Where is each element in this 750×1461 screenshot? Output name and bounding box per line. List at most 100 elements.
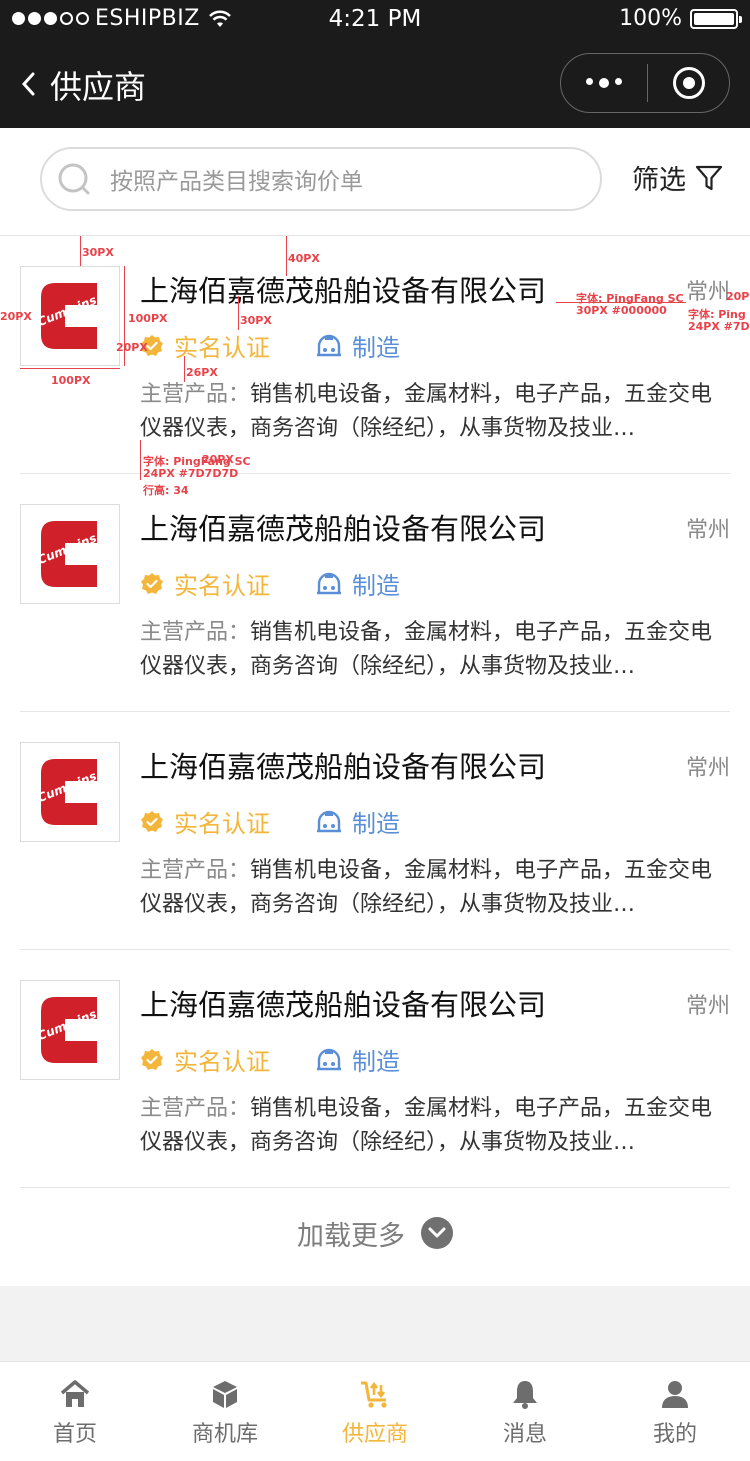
tag-row: 实名认证 制造 [140, 804, 400, 839]
tab-messages[interactable]: 消息 [450, 1362, 600, 1461]
company-name[interactable]: 上海佰嘉德茂船舶设备有限公司 [140, 744, 546, 786]
chevron-down-icon [421, 1217, 453, 1249]
annotation-label: 30PX [240, 314, 272, 327]
more-menu-icon[interactable] [561, 78, 647, 88]
products-prefix: 主营产品： [140, 858, 251, 883]
verified-label: 实名认证 [174, 810, 270, 838]
annotation-label: 20P [726, 290, 750, 303]
main-content: 按照产品类目搜索询价单 筛选 Cummins 上海佰嘉德茂船舶设备有限公司 常州 [0, 128, 750, 1286]
company-name[interactable]: 上海佰嘉德茂船舶设备有限公司 [140, 982, 546, 1024]
verified-badge: 实名认证 [140, 328, 270, 363]
tab-opportunities[interactable]: 商机库 [150, 1362, 300, 1461]
tab-label: 消息 [502, 1422, 547, 1447]
annotation-line [80, 236, 81, 266]
tab-label: 首页 [52, 1422, 97, 1447]
annotation-label: 20PX [116, 341, 148, 354]
user-icon [662, 1381, 688, 1408]
filter-button[interactable]: 筛选 [632, 158, 724, 197]
supplier-list: Cummins 上海佰嘉德茂船舶设备有限公司 常州 实名认证 制造 主营产品：销… [0, 236, 750, 1188]
supplier-card[interactable]: Cummins 上海佰嘉德茂船舶设备有限公司 常州 实名认证 制造 主营产品：销… [20, 236, 730, 474]
annotation-label: 行高: 34 [143, 484, 189, 497]
annotation-line [20, 368, 120, 369]
home-icon [60, 1380, 90, 1407]
cummins-logo: Cummins [36, 521, 98, 587]
annotation-label: 30PX #000000 [576, 304, 667, 317]
tag-row: 实名认证 制造 [140, 328, 400, 363]
supplier-card[interactable]: Cummins 上海佰嘉德茂船舶设备有限公司 常州 实名认证 制造 主营产品：销… [20, 474, 730, 712]
type-label: 制造 [352, 810, 400, 838]
type-badge: 制造 [316, 566, 400, 601]
page-title: 供应商 [50, 68, 147, 106]
bottom-tab-bar: 首页 商机库 供应商 消息 我的 [0, 1361, 750, 1461]
products-prefix: 主营产品： [140, 382, 251, 407]
cummins-logo: Cummins [36, 759, 98, 825]
annotation-label: 24PX #7D7D7D [143, 467, 239, 480]
main-products: 主营产品：销售机电设备，金属材料，电子产品，五金交电仪器仪表，商务咨询（除经纪）… [140, 616, 730, 684]
nav-bar: 供应商 [0, 40, 750, 128]
tab-profile[interactable]: 我的 [600, 1362, 750, 1461]
type-badge: 制造 [316, 1042, 400, 1077]
annotation-label: 20PX [202, 453, 234, 466]
products-prefix: 主营产品： [140, 1096, 251, 1121]
search-placeholder: 按照产品类目搜索询价单 [110, 169, 363, 195]
company-city: 常州 [685, 280, 730, 305]
company-logo: Cummins [20, 504, 120, 604]
verified-label: 实名认证 [174, 334, 270, 362]
tag-row: 实名认证 制造 [140, 566, 400, 601]
supplier-card[interactable]: Cummins 上海佰嘉德茂船舶设备有限公司 常州 实名认证 制造 主营产品：销… [20, 950, 730, 1188]
type-label: 制造 [352, 1048, 400, 1076]
status-bar: ESHIPBIZ 4:21 PM 100% [0, 0, 750, 40]
cummins-logo: Cummins [36, 283, 98, 349]
search-icon [58, 163, 90, 195]
load-more-label: 加载更多 [297, 1220, 405, 1252]
company-logo: Cummins [20, 266, 120, 366]
company-city: 常州 [685, 518, 730, 543]
annotation-line [140, 440, 141, 480]
verified-shield-icon [141, 1048, 163, 1070]
type-badge: 制造 [316, 804, 400, 839]
annotation-line [238, 296, 239, 330]
search-input[interactable]: 按照产品类目搜索询价单 [40, 147, 602, 211]
factory-icon [317, 810, 341, 832]
verified-shield-icon [141, 572, 163, 594]
back-icon[interactable] [16, 66, 44, 102]
supplier-card[interactable]: Cummins 上海佰嘉德茂船舶设备有限公司 常州 实名认证 制造 主营产品：销… [20, 712, 730, 950]
verified-badge: 实名认证 [140, 1042, 270, 1077]
mini-program-capsule [560, 53, 730, 113]
main-products: 主营产品：销售机电设备，金属材料，电子产品，五金交电仪器仪表，商务咨询（除经纪）… [140, 378, 730, 446]
battery-percent: 100% [619, 6, 682, 31]
tab-home[interactable]: 首页 [0, 1362, 150, 1461]
annotation-label: 100PX [51, 374, 91, 387]
tab-label: 供应商 [341, 1422, 408, 1447]
company-name[interactable]: 上海佰嘉德茂船舶设备有限公司 [140, 506, 546, 548]
verified-label: 实名认证 [174, 572, 270, 600]
type-label: 制造 [352, 334, 400, 362]
type-badge: 制造 [316, 328, 400, 363]
products-prefix: 主营产品： [140, 620, 251, 645]
main-products: 主营产品：销售机电设备，金属材料，电子产品，五金交电仪器仪表，商务咨询（除经纪）… [140, 854, 730, 922]
annotation-line [286, 236, 287, 276]
company-logo: Cummins [20, 742, 120, 842]
company-city: 常州 [685, 994, 730, 1019]
cart-icon [361, 1381, 387, 1408]
main-products: 主营产品：销售机电设备，金属材料，电子产品，五金交电仪器仪表，商务咨询（除经纪）… [140, 1092, 730, 1160]
annotation-label: 24PX #7D7 [688, 320, 750, 333]
load-more-button[interactable]: 加载更多 [0, 1180, 750, 1286]
factory-icon [317, 334, 341, 356]
annotation-label: 20PX [0, 310, 32, 323]
cummins-logo: Cummins [36, 997, 98, 1063]
search-row: 按照产品类目搜索询价单 筛选 [0, 128, 750, 236]
verified-shield-icon [141, 810, 163, 832]
type-label: 制造 [352, 572, 400, 600]
close-target-icon[interactable] [648, 67, 729, 99]
tag-row: 实名认证 制造 [140, 1042, 400, 1077]
annotation-label: 26PX [186, 366, 218, 379]
company-city: 常州 [685, 756, 730, 781]
funnel-icon [695, 165, 723, 190]
company-name[interactable]: 上海佰嘉德茂船舶设备有限公司 [140, 268, 546, 310]
tab-label: 我的 [652, 1422, 697, 1447]
annotation-label: 30PX [82, 246, 114, 259]
annotation-label: 100PX [128, 312, 168, 325]
tab-suppliers[interactable]: 供应商 [300, 1362, 450, 1461]
factory-icon [317, 572, 341, 594]
